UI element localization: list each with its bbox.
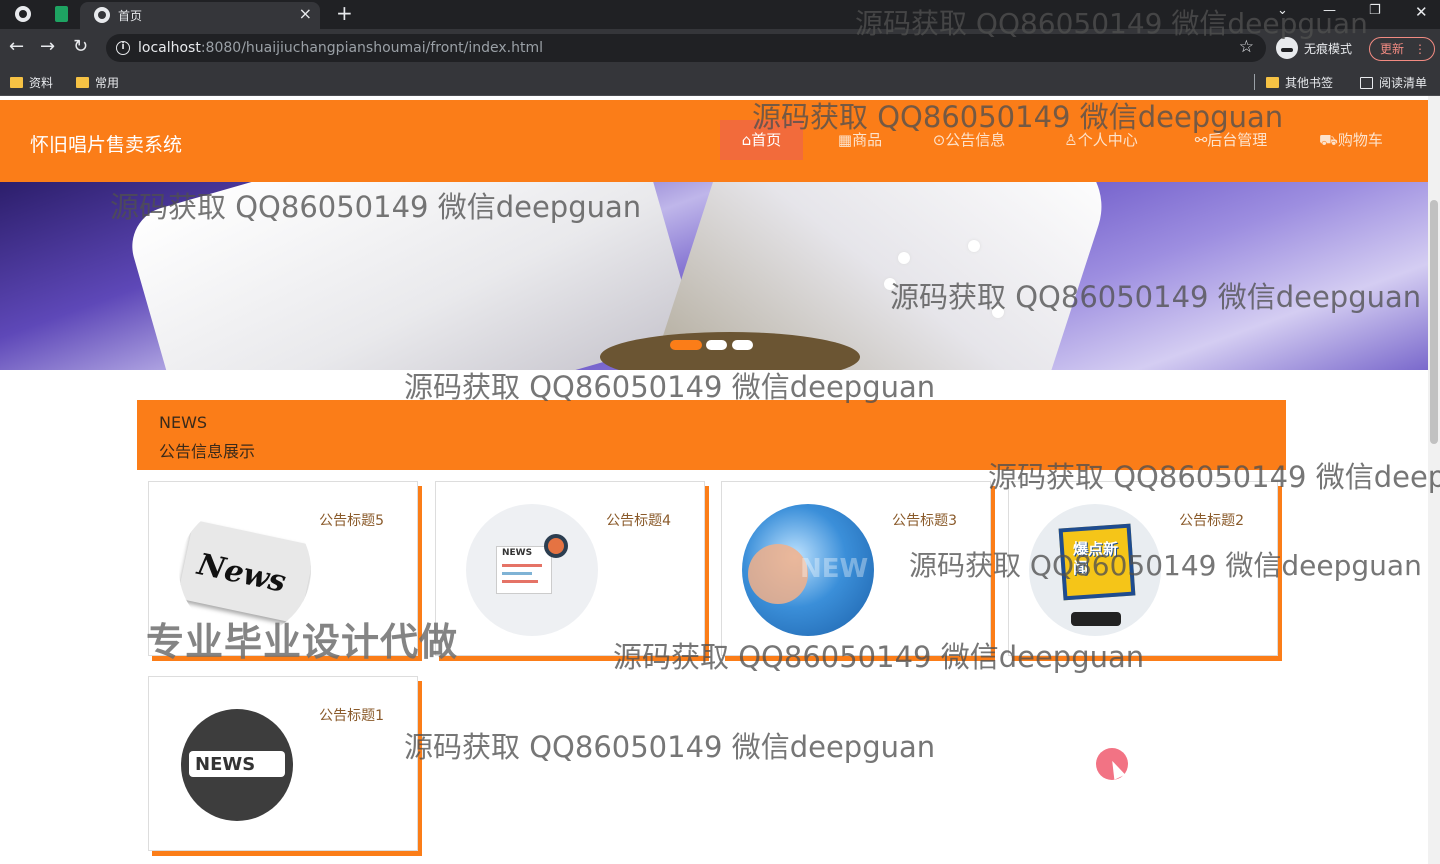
bookmark-folder-ziliao[interactable]: 资料: [10, 74, 53, 91]
news-card-title: 公告标题2: [1179, 513, 1244, 529]
bookmark-separator: [1254, 74, 1255, 90]
news-image-text: 爆点新闻: [1073, 540, 1119, 577]
news-card-title: 公告标题4: [606, 513, 671, 529]
browser-tab-bar: 首页 × + ⌄ — ❐ ✕: [0, 0, 1440, 29]
nav-cart[interactable]: ⛟购物车: [1304, 120, 1398, 160]
sheets-tab-icon[interactable]: [55, 6, 68, 22]
news-card-title: 公告标题1: [319, 708, 384, 724]
incognito-label: 无痕模式: [1304, 41, 1353, 56]
site-header: 怀旧唱片售卖系统 ⌂首页 ▦商品 ⊙公告信息 ♙个人中心 ⚯后台管理 ⛟购物车: [0, 100, 1428, 182]
book-illustration: [122, 182, 698, 370]
more-vert-icon: ⋮: [1414, 42, 1426, 56]
news-card[interactable]: NEWS 公告标题4: [435, 481, 705, 656]
reload-icon[interactable]: ↻: [73, 37, 88, 57]
url-text[interactable]: localhost:8080/huaijiuchangpianshoumai/f…: [138, 40, 543, 56]
nav-home[interactable]: ⌂首页: [720, 120, 803, 160]
site-title: 怀旧唱片售卖系统: [30, 134, 183, 156]
flower-decoration: [992, 306, 1004, 318]
flower-decoration: [968, 240, 980, 252]
news-section-header: NEWS 公告信息展示: [137, 400, 1286, 470]
forward-arrow-icon[interactable]: →: [40, 37, 55, 57]
browser-toolbar: ← → ↻ i localhost:8080/huaijiuchangpians…: [0, 29, 1440, 67]
nav-products[interactable]: ▦商品: [820, 120, 900, 160]
globe-icon: [94, 7, 110, 23]
globe-shape: [748, 544, 808, 604]
nav-admin[interactable]: ⚯后台管理: [1176, 120, 1286, 160]
stand-shape: [1071, 612, 1121, 626]
update-label: 更新: [1380, 42, 1405, 56]
bookmarks-bar: 资料 常用 其他书签 阅读清单: [0, 67, 1440, 96]
scroll-thumb[interactable]: [1430, 200, 1438, 444]
folder-icon: [10, 77, 23, 88]
folder-icon: [1266, 77, 1279, 88]
carousel-dot-3[interactable]: [732, 340, 753, 350]
link-icon: ⚯: [1194, 131, 1208, 149]
address-bar[interactable]: i localhost:8080/huaijiuchangpianshoumai…: [106, 34, 1266, 62]
folder-icon: [76, 77, 89, 88]
reading-list-icon: [1360, 76, 1373, 89]
text-line: [502, 572, 532, 575]
news-image-text: NEWS: [195, 754, 256, 775]
news-card[interactable]: News 公告标题5: [148, 481, 418, 656]
news-thumbnail: NEW: [742, 504, 874, 636]
minimize-icon[interactable]: —: [1323, 3, 1336, 18]
user-icon: ♙: [1064, 131, 1078, 149]
news-thumbnail: NEWS: [466, 504, 598, 636]
browser-menu-icon[interactable]: [15, 6, 31, 22]
window-close-icon[interactable]: ✕: [1415, 3, 1428, 21]
tab-title: 首页: [118, 9, 143, 23]
news-heading-cn: 公告信息展示: [159, 442, 256, 461]
news-card[interactable]: 爆点新闻 公告标题2: [1008, 481, 1278, 656]
news-thumbnail: NEWS: [171, 699, 303, 831]
incognito-indicator[interactable]: 无痕模式: [1276, 37, 1352, 59]
news-image-text: NEWS: [502, 548, 533, 558]
update-button[interactable]: 更新 ⋮: [1369, 37, 1435, 61]
text-line: [502, 580, 538, 583]
news-card-title: 公告标题3: [892, 513, 957, 529]
flower-decoration: [884, 278, 896, 290]
cube-icon: ⊙: [932, 131, 946, 149]
grid-icon: ▦: [837, 131, 853, 149]
nav-announcements[interactable]: ⊙公告信息: [914, 120, 1024, 160]
carousel-dot-2[interactable]: [706, 340, 727, 350]
chevron-down-icon[interactable]: ⌄: [1277, 3, 1288, 18]
page-scrollbar[interactable]: [1428, 96, 1440, 864]
news-card[interactable]: NEW 公告标题3: [721, 481, 991, 656]
news-heading-en: NEWS: [159, 413, 208, 432]
incognito-icon: [1276, 37, 1298, 59]
cart-icon: ⛟: [1319, 131, 1338, 149]
tab-home[interactable]: 首页 ×: [80, 2, 320, 29]
star-icon[interactable]: ☆: [1239, 37, 1254, 57]
page-viewport: 怀旧唱片售卖系统 ⌂首页 ▦商品 ⊙公告信息 ♙个人中心 ⚯后台管理 ⛟购物车 …: [0, 96, 1440, 864]
flower-decoration: [898, 252, 910, 264]
carousel-dot-1[interactable]: [670, 340, 702, 350]
news-thumbnail: News: [179, 504, 311, 636]
restore-icon[interactable]: ❐: [1369, 3, 1381, 18]
back-arrow-icon[interactable]: ←: [9, 37, 24, 57]
new-tab-button[interactable]: +: [336, 2, 353, 24]
info-icon[interactable]: i: [116, 41, 130, 55]
coffee-cup-icon: [544, 534, 568, 558]
other-bookmarks[interactable]: 其他书签: [1266, 74, 1333, 91]
home-icon: ⌂: [741, 131, 752, 149]
bookmark-folder-changyong[interactable]: 常用: [76, 74, 119, 91]
news-thumbnail: 爆点新闻: [1029, 504, 1161, 636]
reading-list[interactable]: 阅读清单: [1360, 74, 1427, 91]
nav-user-center[interactable]: ♙个人中心: [1046, 120, 1156, 160]
news-card-title: 公告标题5: [319, 513, 384, 529]
news-card[interactable]: NEWS 公告标题1: [148, 676, 418, 851]
text-line: [502, 564, 542, 567]
news-image-text: NEW: [800, 554, 869, 584]
close-icon[interactable]: ×: [299, 5, 312, 23]
